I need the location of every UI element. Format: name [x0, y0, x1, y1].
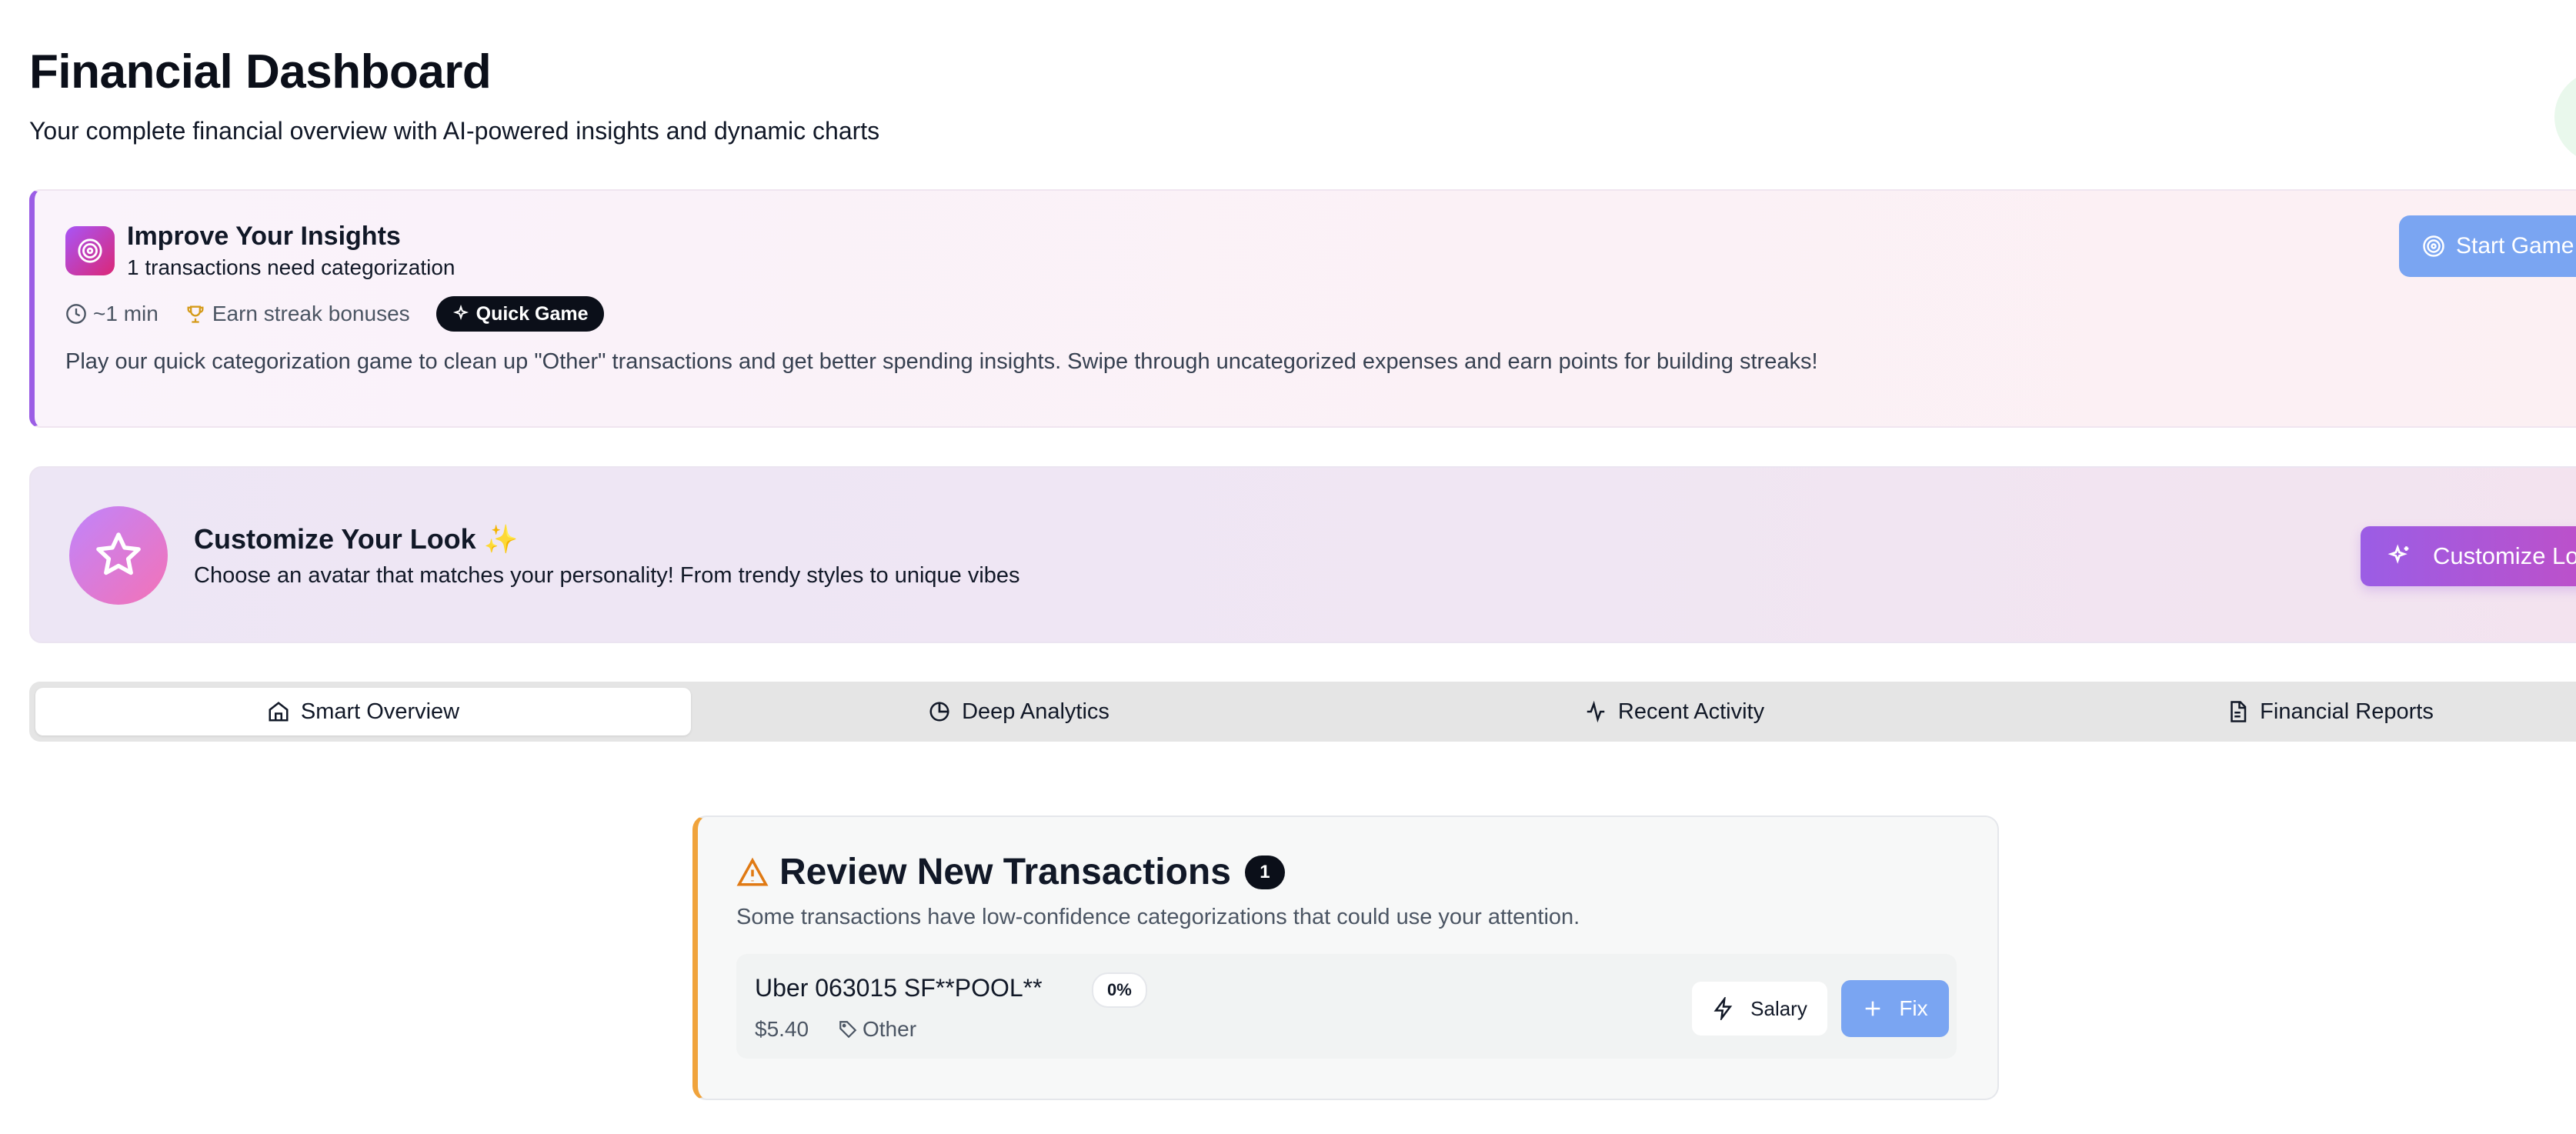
dashboard-page: Financial Dashboard Your complete financ…: [0, 0, 2576, 1134]
quick-game-badge: Quick Game: [435, 296, 604, 332]
transaction-category-label: Other: [863, 1017, 917, 1041]
review-description: Some transactions have low-confidence ca…: [736, 905, 1580, 929]
tab-label: Financial Reports: [2260, 699, 2434, 724]
customize-look-button[interactable]: Customize Look: [2361, 526, 2576, 586]
streak-label: Earn streak bonuses: [212, 302, 410, 325]
tag-icon: [839, 1021, 857, 1039]
insights-description: Play our quick categorization game to cl…: [65, 349, 1818, 374]
tab-label: Recent Activity: [1617, 699, 1765, 724]
tab-bar: Smart Overview Deep Analytics Recent Act…: [29, 682, 2576, 742]
file-text-icon: [2231, 701, 2247, 722]
tab-financial-reports[interactable]: Financial Reports: [2002, 688, 2576, 735]
clock-icon: [66, 304, 86, 324]
quick-game-label: Quick Game: [475, 302, 589, 325]
time-estimate-label: ~1 min: [93, 302, 158, 325]
insights-card: Improve Your Insights 1 transactions nee…: [29, 189, 2576, 428]
customize-description: Choose an avatar that matches your perso…: [194, 563, 1020, 588]
review-transactions-card: Review New Transactions 1 Some transacti…: [692, 815, 1999, 1100]
target-icon: [2423, 235, 2444, 257]
review-header: Review New Transactions 1: [736, 851, 1285, 893]
insights-subtitle: 1 transactions need categorization: [127, 255, 455, 279]
suggestion-label: Salary: [1750, 996, 1807, 1020]
page-subtitle: Your complete financial overview with AI…: [29, 117, 880, 145]
confidence-badge: 0%: [1092, 972, 1147, 1008]
zap-icon: [1713, 997, 1733, 1020]
customize-card: Customize Your Look ✨ Choose an avatar t…: [29, 466, 2576, 643]
streak-info: Earn streak bonuses: [185, 302, 410, 326]
customize-title-text: Customize Your Look: [194, 523, 476, 555]
sparkles-icon: [2387, 544, 2409, 564]
star-avatar-icon: [69, 506, 168, 605]
plus-icon: [1865, 1001, 1880, 1016]
page-title: Financial Dashboard: [29, 45, 492, 98]
customize-title: Customize Your Look ✨: [194, 523, 519, 555]
tab-recent-activity[interactable]: Recent Activity: [1346, 688, 2002, 735]
review-count-badge: 1: [1244, 855, 1285, 889]
transaction-category: Other: [838, 1017, 916, 1042]
pie-chart-icon: [929, 702, 949, 722]
fix-label: Fix: [1899, 996, 1928, 1020]
transaction-row: Uber 063015 SF**POOL** 0% $5.40 Other Sa…: [736, 954, 1957, 1059]
time-estimate: ~1 min: [65, 302, 158, 326]
start-game-button[interactable]: Start Game: [2399, 215, 2576, 277]
home-icon: [269, 702, 289, 722]
transaction-name: Uber 063015 SF**POOL**: [755, 974, 1043, 1002]
tab-smart-overview[interactable]: Smart Overview: [35, 688, 691, 735]
activity-icon: [1587, 700, 1605, 723]
decorative-circle: [2554, 71, 2576, 163]
tab-label: Deep Analytics: [962, 699, 1109, 724]
tab-label: Smart Overview: [300, 699, 460, 724]
insights-title: Improve Your Insights: [127, 222, 401, 251]
suggestion-salary-button[interactable]: Salary: [1692, 982, 1827, 1036]
tab-deep-analytics[interactable]: Deep Analytics: [691, 688, 1346, 735]
insights-meta: ~1 min Earn streak bonuses Quick Game: [65, 295, 604, 332]
sparkles-icon: [452, 305, 469, 321]
review-title: Review New Transactions: [779, 852, 1231, 892]
transaction-amount: $5.40: [755, 1017, 809, 1041]
warning-icon: [736, 857, 769, 886]
target-icon: [65, 226, 115, 275]
customize-look-label: Customize Look: [2433, 542, 2576, 569]
trophy-icon: [187, 305, 204, 323]
sparkle-emoji: ✨: [483, 523, 519, 555]
fix-button[interactable]: Fix: [1841, 980, 1949, 1037]
start-game-label: Start Game: [2456, 233, 2574, 258]
